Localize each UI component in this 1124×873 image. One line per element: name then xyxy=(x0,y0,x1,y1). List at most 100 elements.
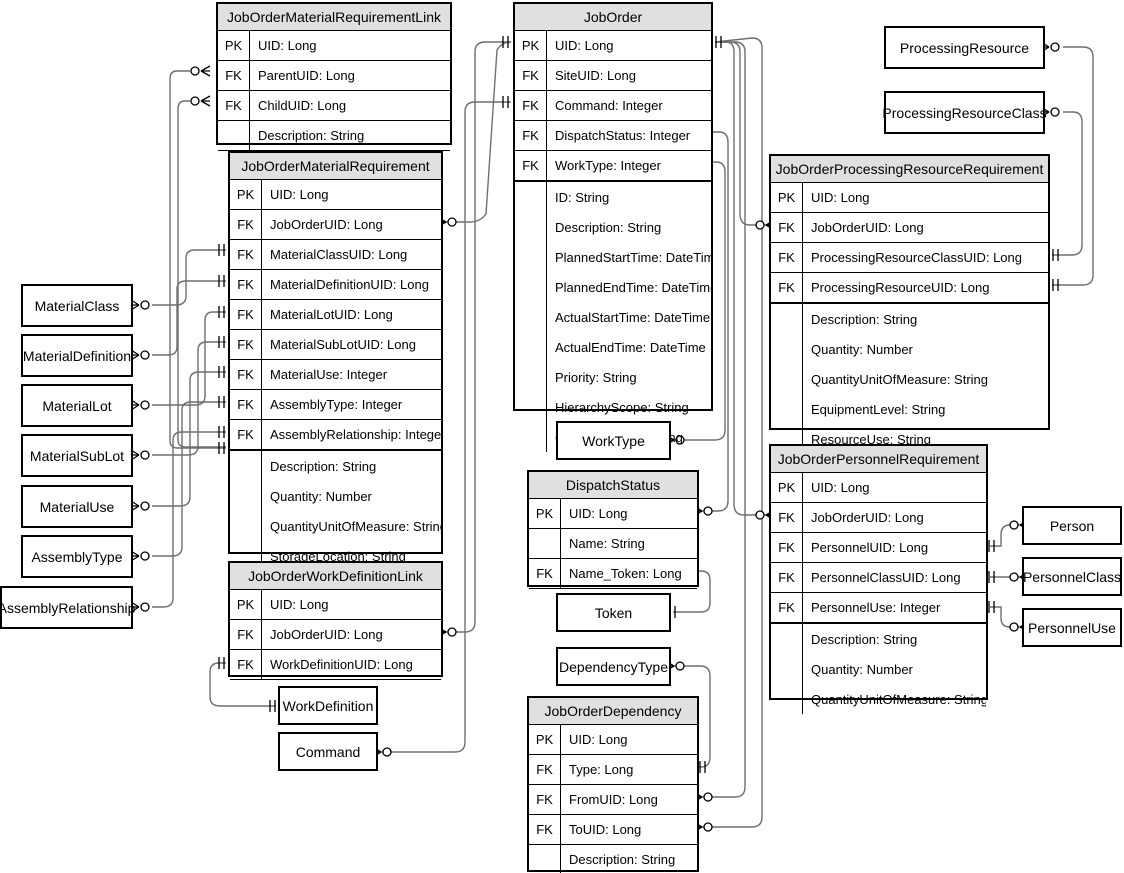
attribute-row[interactable]: FK AssemblyType: Integer xyxy=(230,390,441,420)
attribute-row[interactable]: FK Command: Integer xyxy=(515,91,711,121)
attribute-row[interactable]: PK UID: Long xyxy=(771,183,1048,213)
entity-processing_resource_class[interactable]: ProcessingResourceClass xyxy=(882,91,1047,134)
attribute-row[interactable]: ActualEndTime: DateTime xyxy=(515,332,711,362)
attribute-row[interactable]: FK ProcessingResourceUID: Long xyxy=(771,273,1048,303)
entity-dependency_type[interactable]: DependencyType xyxy=(556,647,671,686)
attribute-row[interactable]: Quantity: Number xyxy=(230,481,441,511)
attribute-cell: Description: String xyxy=(569,852,676,867)
entity-command[interactable]: Command xyxy=(278,732,378,771)
attribute-row[interactable]: PlannedStartTime: DateTime xyxy=(515,242,711,272)
attribute-row[interactable]: QuantityUnitOfMeasure: String xyxy=(230,511,441,541)
entity-personnel_class[interactable]: PersonnelClass xyxy=(1022,557,1122,596)
attribute-row[interactable]: FK Name_Token: Long xyxy=(529,559,697,589)
entity-joborder_processing_resource_requirement[interactable]: JobOrderProcessingResourceRequirement PK U… xyxy=(769,154,1050,454)
key-cell: FK xyxy=(218,91,250,120)
entity-title-joborder_work_definition_link: JobOrderWorkDefinitionLink xyxy=(230,563,441,590)
attribute-row[interactable]: Description: String xyxy=(230,451,441,481)
entity-material_sub_lot[interactable]: MaterialSubLot xyxy=(21,434,133,477)
attribute-row[interactable]: FK JobOrderUID: Long xyxy=(771,503,986,533)
attribute-row[interactable]: PK UID: Long xyxy=(230,590,441,620)
key-cell: FK xyxy=(771,213,803,242)
key-cell xyxy=(771,334,803,364)
attribute-row[interactable]: FK MaterialUse: Integer xyxy=(230,360,441,390)
attribute-row[interactable]: PK UID: Long xyxy=(529,499,697,529)
attribute-row[interactable]: FK SiteUID: Long xyxy=(515,61,711,91)
attribute-row[interactable]: FK MaterialDefinitionUID: Long xyxy=(230,270,441,300)
attribute-cell: PlannedStartTime: DateTime xyxy=(555,249,711,265)
attribute-row[interactable]: FK ProcessingResourceClassUID: Long xyxy=(771,243,1048,273)
attribute-row[interactable]: Description: String xyxy=(218,121,450,151)
entity-processing_resource[interactable]: ProcessingResource xyxy=(884,26,1045,69)
attribute-row[interactable]: FK JobOrderUID: Long xyxy=(230,210,441,240)
entity-title-work_type: WorkType xyxy=(582,432,645,449)
attribute-row[interactable]: Name: String xyxy=(529,529,697,559)
entity-title-joborder_material_requirement_link: JobOrderMaterialRequirementLink xyxy=(218,4,450,31)
entity-joborder_personnel_requirement[interactable]: JobOrderPersonnelRequirement PK UID: Long F… xyxy=(769,444,988,714)
entity-token[interactable]: Token xyxy=(556,593,671,632)
attribute-row[interactable]: FK JobOrderUID: Long xyxy=(230,620,441,650)
entity-joborder_work_definition_link[interactable]: JobOrderWorkDefinitionLink PK UID: Long FK J… xyxy=(228,561,443,680)
entity-work_type[interactable]: WorkType xyxy=(556,421,671,460)
attribute-row[interactable]: Quantity: Number xyxy=(771,334,1048,364)
attribute-row[interactable]: Description: String xyxy=(771,304,1048,334)
entity-title-dispatch_status: DispatchStatus xyxy=(529,472,697,499)
attribute-row[interactable]: FK PersonnelUID: Long xyxy=(771,533,986,563)
attribute-row[interactable]: FK JobOrderUID: Long xyxy=(771,213,1048,243)
attribute-row[interactable]: ID: String xyxy=(515,182,711,212)
attribute-row[interactable]: Quantity: Number xyxy=(771,654,986,684)
attribute-row[interactable]: FK AssemblyRelationship: Integer xyxy=(230,420,441,450)
attribute-row[interactable]: PlannedEndTime: DateTime xyxy=(515,272,711,302)
entity-joborder_material_requirement[interactable]: JobOrderMaterialRequirement PK UID: Long FK… xyxy=(228,151,443,571)
entity-joborder[interactable]: JobOrder PK UID: Long FK SiteUID: Long FK Comm… xyxy=(513,2,713,452)
attribute-row[interactable]: HierarchyScope: String xyxy=(515,392,711,422)
attribute-row[interactable]: ActualStartTime: DateTime xyxy=(515,302,711,332)
attribute-cell: Type: Long xyxy=(569,762,634,777)
attribute-row[interactable]: QuantityUnitOfMeasure: String xyxy=(771,364,1048,394)
attribute-row[interactable]: FK PersonnelClassUID: Long xyxy=(771,563,986,593)
key-cell xyxy=(230,511,262,541)
attribute-row[interactable]: FK WorkDefinitionUID: Long xyxy=(230,650,441,680)
attribute-row[interactable]: Description: String xyxy=(529,845,697,873)
attribute-row[interactable]: FK Type: Long xyxy=(529,755,697,785)
entity-title-processing_resource_class: ProcessingResourceClass xyxy=(882,104,1047,121)
entity-material_class[interactable]: MaterialClass xyxy=(21,284,133,327)
attribute-row[interactable]: PK UID: Long xyxy=(529,725,697,755)
attribute-row[interactable]: FK FromUID: Long xyxy=(529,785,697,815)
attribute-cell: UID: Long xyxy=(811,190,870,205)
attribute-row[interactable]: FK MaterialLotUID: Long xyxy=(230,300,441,330)
entity-dispatch_status[interactable]: DispatchStatus PK UID: Long Name: String FK N… xyxy=(527,470,699,589)
attribute-row[interactable]: FK MaterialSubLotUID: Long xyxy=(230,330,441,360)
entity-joborder_dependency[interactable]: JobOrderDependency PK UID: Long FK Type: Lon… xyxy=(527,696,699,873)
entity-assembly_type[interactable]: AssemblyType xyxy=(21,535,133,578)
entity-person[interactable]: Person xyxy=(1022,506,1122,545)
entity-work_definition[interactable]: WorkDefinition xyxy=(278,686,378,725)
attribute-row[interactable]: Priority: String xyxy=(515,362,711,392)
attribute-row[interactable]: FK WorkType: Integer xyxy=(515,151,711,181)
attribute-row[interactable]: PK UID: Long xyxy=(771,473,986,503)
non-key-attributes: Description: String Quantity: Number Quant… xyxy=(230,450,441,571)
attribute-row[interactable]: FK ParentUID: Long xyxy=(218,61,450,91)
entity-material_lot[interactable]: MaterialLot xyxy=(21,384,133,427)
attribute-cell: JobOrderUID: Long xyxy=(811,220,924,235)
attribute-cell: HierarchyScope: String xyxy=(555,399,689,415)
attribute-cell: Priority: String xyxy=(555,369,637,385)
attribute-row[interactable]: Description: String xyxy=(515,212,711,242)
attribute-row[interactable]: FK PersonnelUse: Integer xyxy=(771,593,986,623)
attribute-row[interactable]: QuantityUnitOfMeasure: String xyxy=(771,684,986,714)
entity-material_use[interactable]: MaterialUse xyxy=(21,485,133,528)
attribute-row[interactable]: Description: String xyxy=(771,624,986,654)
entity-assembly_relationship[interactable]: AssemblyRelationship xyxy=(0,586,135,629)
attribute-row[interactable]: PK UID: Long xyxy=(515,31,711,61)
attribute-row[interactable]: FK ChildUID: Long xyxy=(218,91,450,121)
attribute-row[interactable]: FK ToUID: Long xyxy=(529,815,697,845)
attribute-row[interactable]: FK MaterialClassUID: Long xyxy=(230,240,441,270)
attribute-row[interactable]: PK UID: Long xyxy=(230,180,441,210)
entity-material_definition[interactable]: MaterialDefinition xyxy=(21,334,133,377)
attribute-row[interactable]: FK DispatchStatus: Integer xyxy=(515,121,711,151)
attribute-cell: Description: String xyxy=(555,219,662,235)
entity-joborder_material_requirement_link[interactable]: JobOrderMaterialRequirementLink PK UID: Lo… xyxy=(216,2,452,151)
attribute-row[interactable]: PK UID: Long xyxy=(218,31,450,61)
attribute-cell: UID: Long xyxy=(811,480,870,495)
entity-personnel_use[interactable]: PersonnelUse xyxy=(1022,608,1122,647)
attribute-row[interactable]: EquipmentLevel: String xyxy=(771,394,1048,424)
